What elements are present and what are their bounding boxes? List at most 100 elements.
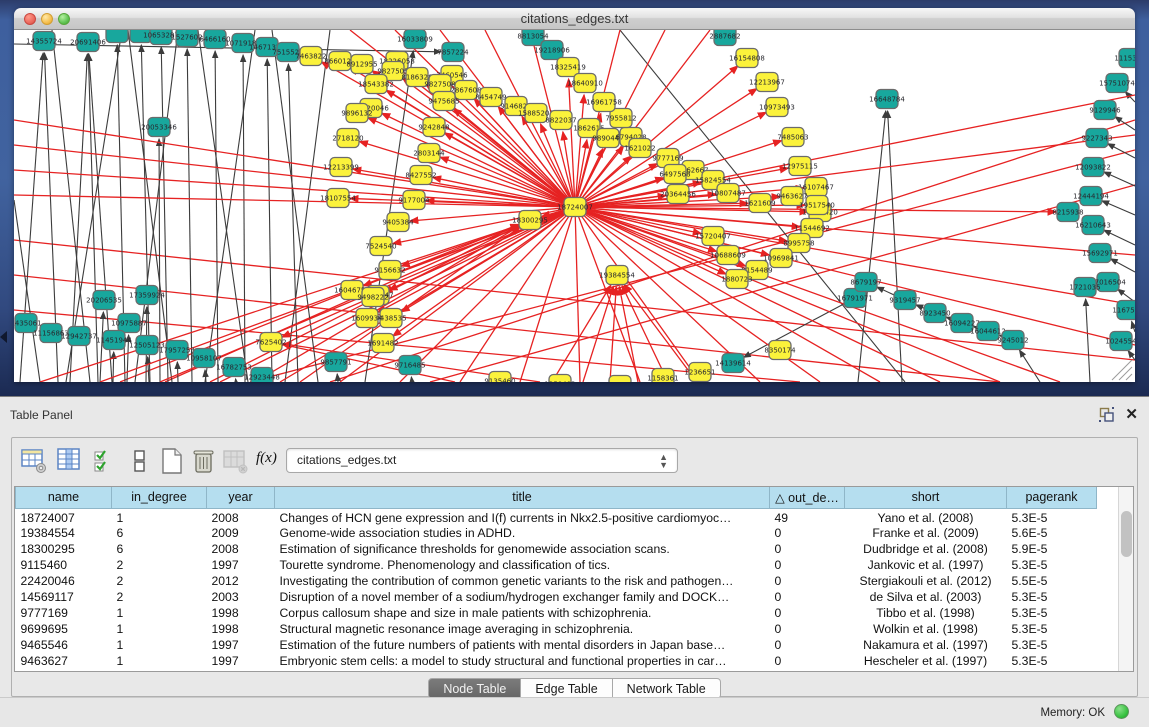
graph-node[interactable]: 2718120 <box>332 129 363 148</box>
cell-year[interactable]: 1998 <box>207 605 275 621</box>
cell-title[interactable]: Estimation of the future numbers of pati… <box>275 637 770 653</box>
float-panel-icon[interactable] <box>1099 407 1115 423</box>
cell-title[interactable]: Structural magnetic resonance image aver… <box>275 621 770 637</box>
cell-title[interactable]: Genome-wide association studies in ADHD. <box>275 525 770 541</box>
column-header-name[interactable]: name <box>16 487 112 508</box>
graph-edge[interactable] <box>14 200 40 382</box>
close-panel-icon[interactable]: ✕ <box>1125 405 1138 423</box>
graph-node[interactable]: 12093822 <box>1075 158 1111 177</box>
graph-node[interactable]: 9319457 <box>889 291 920 310</box>
cell-pagerank[interactable]: 5.3E-5 <box>1007 637 1097 653</box>
graph-node[interactable]: 7463822 <box>295 47 326 66</box>
graph-edge[interactable] <box>1132 321 1135 332</box>
cell-year[interactable]: 2012 <box>207 573 275 589</box>
graph-node[interactable]: 1621609 <box>744 194 775 213</box>
graph-edge[interactable] <box>40 207 575 382</box>
cell-name[interactable]: 18724007 <box>16 508 112 525</box>
graph-node[interactable]: 7485063 <box>777 128 808 147</box>
cell-pagerank[interactable]: 5.3E-5 <box>1007 653 1097 669</box>
tab-edge-table[interactable]: Edge Table <box>521 678 612 699</box>
graph-edge[interactable] <box>1115 117 1135 130</box>
cell-short[interactable]: Yano et al. (2008) <box>845 508 1007 525</box>
graph-edge[interactable] <box>272 30 318 382</box>
cell-name[interactable]: 14569117 <box>16 589 112 605</box>
graph-edge[interactable] <box>337 374 338 382</box>
graph-edge[interactable] <box>141 45 150 382</box>
graph-node[interactable]: 8822037 <box>545 111 576 130</box>
cell-in_degree[interactable]: 1 <box>112 508 207 525</box>
cell-pagerank[interactable]: 5.9E-5 <box>1007 541 1097 557</box>
cell-name[interactable]: 9777169 <box>16 605 112 621</box>
cell-out_de[interactable]: 0 <box>770 525 845 541</box>
graph-node[interactable]: 15751074 <box>1099 74 1135 93</box>
graph-edge[interactable] <box>285 30 330 382</box>
graph-node[interactable]: 9896132 <box>341 104 372 123</box>
table-row[interactable]: 969969511998Structural magnetic resonanc… <box>16 621 1097 637</box>
graph-node[interactable]: 8912955 <box>346 55 377 74</box>
graph-edge[interactable] <box>1128 351 1135 360</box>
graph-node[interactable]: 1358403 <box>544 375 575 383</box>
cell-in_degree[interactable]: 6 <box>112 525 207 541</box>
column-header-year[interactable]: year <box>207 487 275 508</box>
column-header-short[interactable]: short <box>845 487 1007 508</box>
graph-node[interactable]: 1621022 <box>624 139 655 158</box>
cell-name[interactable]: 9699695 <box>16 621 112 637</box>
graph-edge[interactable] <box>1104 230 1135 245</box>
graph-node[interactable]: 1158361 <box>647 369 678 383</box>
cell-short[interactable]: Nakamura et al. (1997) <box>845 637 1007 653</box>
graph-node[interactable]: 12213399 <box>323 158 359 177</box>
graph-node[interactable]: 7524540 <box>365 237 396 256</box>
graph-node[interactable]: 9405384 <box>382 213 414 232</box>
graph-node[interactable]: 9129946 <box>1089 101 1121 120</box>
citation-network-graph[interactable]: 1435572420691406106532871527602646616010… <box>14 30 1135 382</box>
cell-out_de[interactable]: 0 <box>770 557 845 573</box>
graph-node[interactable]: 9857791 <box>320 353 351 372</box>
cell-in_degree[interactable]: 6 <box>112 541 207 557</box>
cell-pagerank[interactable]: 5.3E-5 <box>1007 557 1097 573</box>
table-settings-icon[interactable] <box>20 446 48 476</box>
column-header-out_de[interactable]: △ out_de… <box>770 487 845 508</box>
create-table-icon[interactable] <box>158 446 186 476</box>
show-hide-columns-icon[interactable] <box>92 446 120 476</box>
cell-short[interactable]: Stergiakouli et al. (2012) <box>845 573 1007 589</box>
graph-node[interactable]: 1691482 <box>367 334 398 353</box>
cell-name[interactable]: 22420046 <box>16 573 112 589</box>
splitter-arrow-icon[interactable] <box>0 331 7 343</box>
cell-pagerank[interactable]: 5.3E-5 <box>1007 508 1097 525</box>
graph-node[interactable]: 8350174 <box>764 341 796 360</box>
graph-node[interactable]: 9156632 <box>374 261 405 280</box>
cell-pagerank[interactable]: 5.3E-5 <box>1007 605 1097 621</box>
graph-node[interactable]: 12213967 <box>749 73 785 92</box>
cell-year[interactable]: 2008 <box>207 508 275 525</box>
window-resize-grip[interactable] <box>1112 360 1132 380</box>
table-row[interactable]: 1938455462009Genome-wide association stu… <box>16 525 1097 541</box>
graph-node[interactable]: 2887682 <box>709 30 740 46</box>
graph-edge[interactable] <box>610 287 616 382</box>
table-selector-dropdown[interactable]: citations_edges.txt ▲▼ <box>286 448 678 473</box>
graph-edge[interactable] <box>1019 350 1040 382</box>
graph-node[interactable]: 1024554 <box>1105 332 1135 351</box>
cell-year[interactable]: 2008 <box>207 541 275 557</box>
column-header-pagerank[interactable]: pagerank <box>1007 487 1097 508</box>
cell-out_de[interactable]: 0 <box>770 605 845 621</box>
cell-title[interactable]: Investigating the contribution of common… <box>275 573 770 589</box>
cell-year[interactable]: 1997 <box>207 557 275 573</box>
graph-edge[interactable] <box>393 207 575 336</box>
graph-node[interactable]: 8427552 <box>405 166 436 185</box>
cell-year[interactable]: 1998 <box>207 621 275 637</box>
table-row[interactable]: 911546021997Tourette syndrome. Phenomeno… <box>16 557 1097 573</box>
cell-in_degree[interactable]: 1 <box>112 621 207 637</box>
cell-title[interactable]: Corpus callosum shape and size in male p… <box>275 605 770 621</box>
graph-node[interactable]: 7625402 <box>255 333 286 352</box>
cell-out_de[interactable]: 0 <box>770 573 845 589</box>
cell-out_de[interactable]: 49 <box>770 508 845 525</box>
cell-name[interactable]: 9115460 <box>16 557 112 573</box>
tab-node-table[interactable]: Node Table <box>428 678 521 699</box>
cell-short[interactable]: Franke et al. (2009) <box>845 525 1007 541</box>
cell-pagerank[interactable]: 5.3E-5 <box>1007 621 1097 637</box>
network-canvas[interactable]: 1435572420691406106532871527602646616010… <box>14 30 1135 382</box>
delete-table-icon[interactable] <box>190 446 218 476</box>
table-row[interactable]: 1872400712008Changes of HCN gene express… <box>16 508 1097 525</box>
cell-name[interactable]: 9463627 <box>16 653 112 669</box>
cell-short[interactable]: de Silva et al. (2003) <box>845 589 1007 605</box>
